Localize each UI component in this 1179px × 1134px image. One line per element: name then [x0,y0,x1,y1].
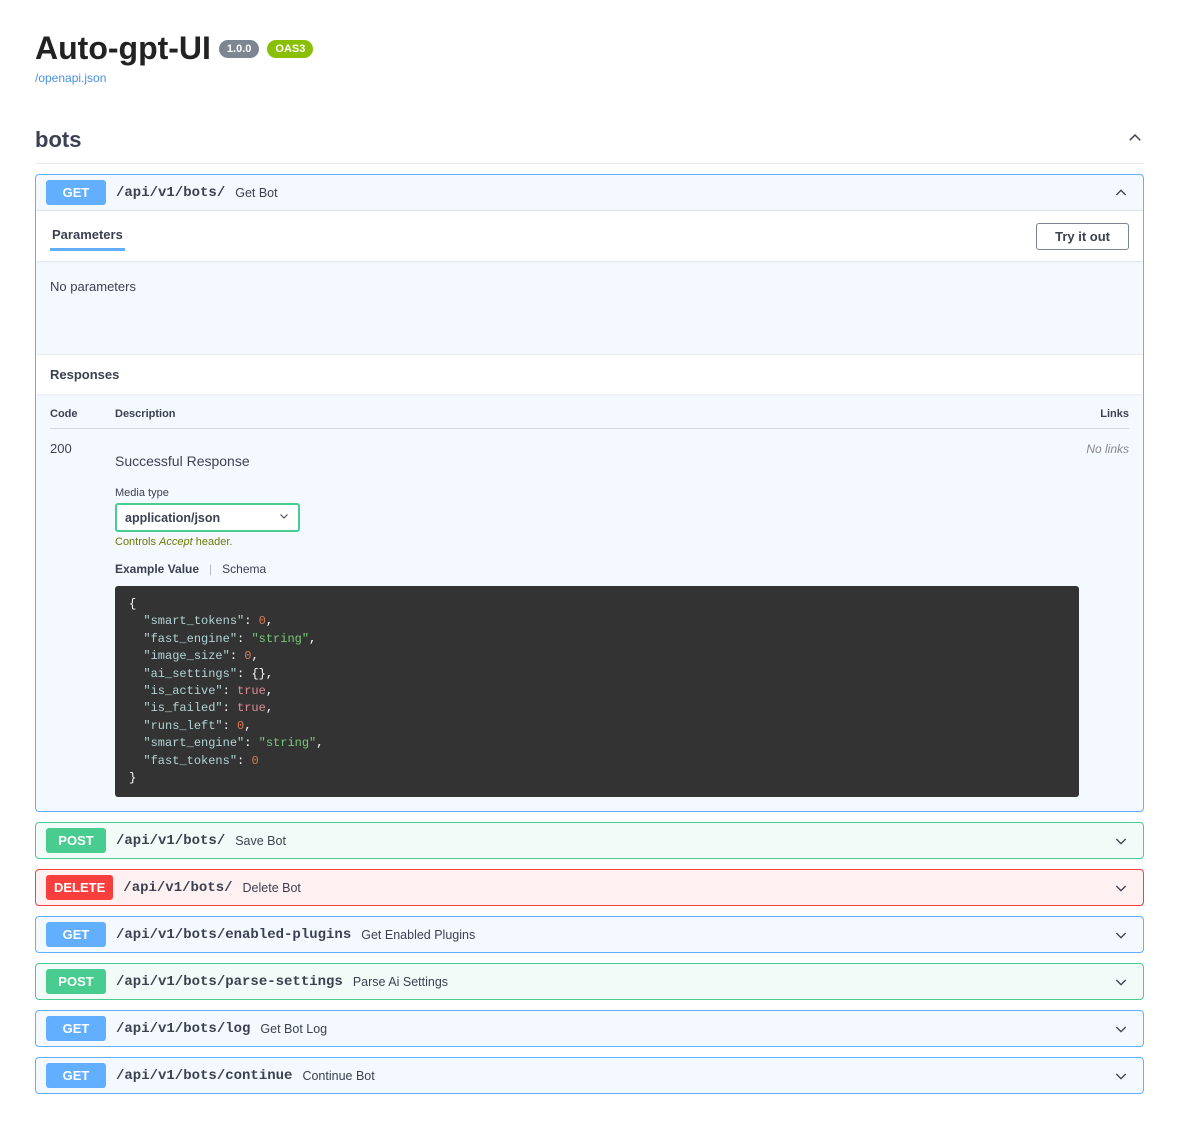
oas-badge: OAS3 [267,40,313,58]
tab-parameters[interactable]: Parameters [50,221,125,251]
response-description: Successful Response [115,453,1079,469]
no-links-label: No links [1086,442,1129,456]
tab-schema[interactable]: Schema [222,562,266,576]
opblock-summary-get-bots[interactable]: GET /api/v1/bots/ Get Bot [36,175,1143,210]
method-badge: POST [46,828,106,853]
path: /api/v1/bots/parse-settings [116,974,343,990]
opblock-get-bots: GET /api/v1/bots/ Get Bot Parameters Try… [35,174,1144,812]
media-type-select[interactable]: application/json [115,503,300,532]
path: /api/v1/bots/ [116,185,225,201]
responses-heading: Responses [36,354,1143,394]
tab-separator: | [209,562,212,576]
api-title: Auto-gpt-UI [35,30,211,67]
opblock-summary[interactable]: GET/api/v1/bots/enabled-plugins Get Enabl… [36,917,1143,952]
version-badge: 1.0.0 [219,40,259,58]
chevron-up-icon [1126,129,1144,152]
opblock-summary[interactable]: GET/api/v1/bots/log Get Bot Log [36,1011,1143,1046]
th-description: Description [115,408,1079,420]
chevron-down-icon [1113,1021,1133,1037]
path: /api/v1/bots/enabled-plugins [116,927,351,943]
method-badge: POST [46,969,106,994]
chevron-down-icon [1113,974,1133,990]
chevron-down-icon [1113,880,1133,896]
th-links: Links [1079,408,1129,420]
path: /api/v1/bots/ [116,833,225,849]
summary-text: Parse Ai Settings [353,975,1103,989]
path: /api/v1/bots/ [123,880,232,896]
no-parameters-label: No parameters [36,261,1143,354]
opblock-get-5: GET/api/v1/bots/continue Continue Bot [35,1057,1144,1094]
method-badge: GET [46,922,106,947]
opblock-summary[interactable]: POST/api/v1/bots/parse-settings Parse Ai … [36,964,1143,999]
responses-table: Code Description Links 200 Successful Re… [36,394,1143,811]
method-badge: GET [46,180,106,205]
summary-text: Delete Bot [243,881,1103,895]
opblock-get-2: GET/api/v1/bots/enabled-plugins Get Enabl… [35,916,1144,953]
th-code: Code [50,408,115,420]
tag-section-bots: bots GET /api/v1/bots/ Get Bot Parameter… [35,117,1144,1094]
api-header: Auto-gpt-UI 1.0.0 OAS3 /openapi.json [35,30,1144,87]
chevron-down-icon [1113,1068,1133,1084]
summary-text: Get Bot Log [260,1022,1103,1036]
path: /api/v1/bots/continue [116,1068,292,1084]
method-badge: GET [46,1063,106,1088]
opblock-get-4: GET/api/v1/bots/log Get Bot Log [35,1010,1144,1047]
tab-example-value[interactable]: Example Value [115,562,199,576]
spec-link[interactable]: /openapi.json [35,71,106,85]
opblock-summary[interactable]: DELETE/api/v1/bots/Delete Bot [36,870,1143,905]
chevron-down-icon [278,510,290,525]
media-type-value: application/json [125,511,220,525]
method-badge: GET [46,1016,106,1041]
path: /api/v1/bots/log [116,1021,250,1037]
method-badge: DELETE [46,875,113,900]
tag-toggle-bots[interactable]: bots [35,117,1144,164]
opblock-delete-1: DELETE/api/v1/bots/Delete Bot [35,869,1144,906]
opblock-body: Parameters Try it out No parameters Resp… [36,210,1143,811]
summary-text: Save Bot [235,834,1103,848]
tag-name: bots [35,127,81,153]
summary-text: Continue Bot [302,1069,1103,1083]
accept-header-hint: Controls Accept header. [115,536,1079,548]
media-type-label: Media type [115,487,1079,499]
opblock-summary[interactable]: GET/api/v1/bots/continue Continue Bot [36,1058,1143,1093]
response-code: 200 [50,441,115,797]
summary-text: Get Enabled Plugins [361,928,1103,942]
chevron-down-icon [1113,927,1133,943]
opblock-post-0: POST/api/v1/bots/Save Bot [35,822,1144,859]
chevron-down-icon [1113,833,1133,849]
try-it-out-button[interactable]: Try it out [1036,223,1129,250]
example-json-code: { "smart_tokens": 0, "fast_engine": "str… [115,586,1079,797]
chevron-up-icon [1113,185,1133,201]
summary-text: Get Bot [235,186,1103,200]
opblock-summary[interactable]: POST/api/v1/bots/Save Bot [36,823,1143,858]
